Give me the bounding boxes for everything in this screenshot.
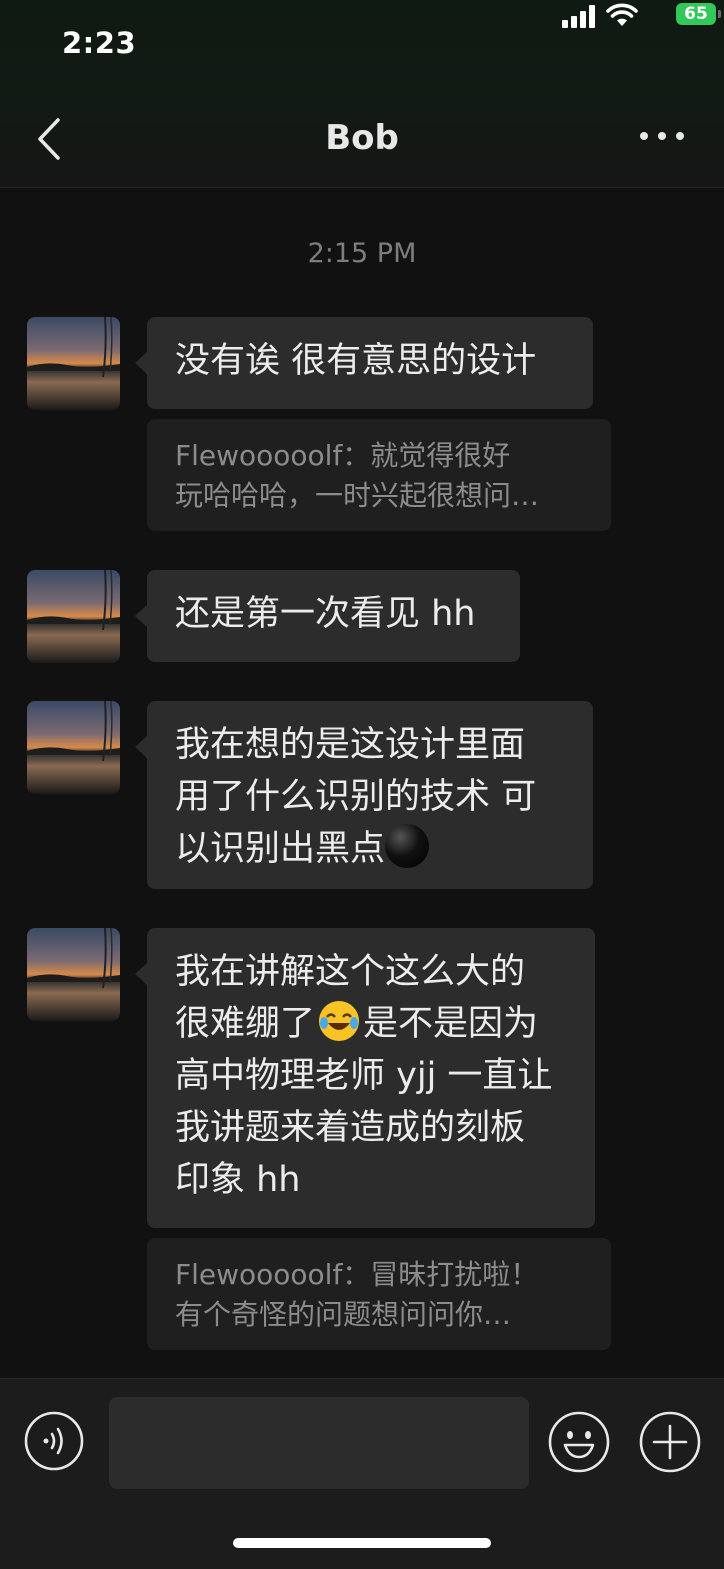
more-options-icon[interactable]	[640, 128, 684, 144]
message-text: 是不是因为	[363, 1004, 539, 1044]
message-line: 高中物理老师 yjj 一直让	[175, 1056, 553, 1096]
quote-line: 有个奇怪的问题想问问你…	[175, 1298, 512, 1331]
smiley-icon[interactable]	[548, 1411, 610, 1473]
signal-icon	[562, 4, 596, 28]
message-bubble[interactable]: 我在讲解这个这么大的 很难绷了 是不是因为 高中物理老师 yjj 一直让 我讲题…	[135, 928, 595, 1228]
chat-timestamp: 2:15 PM	[307, 238, 417, 269]
chat-title: Bob	[325, 118, 399, 158]
wifi-icon	[606, 3, 638, 26]
black-circle-emoji	[385, 824, 430, 868]
plus-icon[interactable]	[639, 1411, 701, 1473]
message-text: 以识别出黑点	[175, 829, 386, 869]
message-line-with-emoji: 以识别出黑点	[175, 823, 565, 875]
message-text: 还是第一次看见 hh	[175, 594, 476, 634]
voice-icon[interactable]	[24, 1411, 84, 1471]
battery-icon: 65	[676, 3, 721, 25]
home-indicator[interactable]	[233, 1538, 491, 1548]
laughing-tears-emoji	[319, 1001, 360, 1041]
status-bar: 2:23 65	[0, 0, 724, 92]
message-input[interactable]	[109, 1397, 529, 1489]
message-line: 用了什么识别的技术 可	[175, 777, 537, 817]
message-bubble[interactable]: 我在想的是这设计里面 用了什么识别的技术 可 以识别出黑点	[135, 701, 593, 889]
message-text: 很难绷了	[175, 1004, 316, 1044]
message-line: 印象 hh	[175, 1160, 301, 1200]
nav-bar: Bob	[0, 92, 724, 188]
quoted-message[interactable]: Flewooooolf：冒昧打扰啦！ 有个奇怪的问题想问问你…	[147, 1238, 611, 1350]
chat-area[interactable]: 2:15 PM 没有诶 很有意思的设计 Flewooooolf：就觉得很好 玩哈…	[0, 188, 724, 1378]
message-line: 我讲题来着造成的刻板	[175, 1108, 526, 1148]
contact-avatar[interactable]	[27, 317, 120, 410]
quote-line: Flewooooolf：就觉得很好	[175, 439, 511, 472]
contact-avatar[interactable]	[27, 701, 120, 794]
message-bubble[interactable]: 没有诶 很有意思的设计	[135, 317, 593, 409]
status-time: 2:23	[62, 26, 137, 60]
message-line: 我在想的是这设计里面	[175, 725, 526, 765]
message-line-with-emoji: 很难绷了 是不是因为	[175, 998, 567, 1050]
message-bubble[interactable]: 还是第一次看见 hh	[135, 570, 520, 662]
contact-avatar[interactable]	[27, 570, 120, 663]
quote-line: Flewooooolf：冒昧打扰啦！	[175, 1258, 539, 1291]
message-text: 没有诶 很有意思的设计	[175, 341, 537, 381]
quote-line: 玩哈哈哈，一时兴起很想问…	[175, 479, 540, 512]
message-line: 我在讲解这个这么大的	[175, 952, 526, 992]
quoted-message[interactable]: Flewooooolf：就觉得很好 玩哈哈哈，一时兴起很想问…	[147, 419, 611, 531]
contact-avatar[interactable]	[27, 928, 120, 1021]
